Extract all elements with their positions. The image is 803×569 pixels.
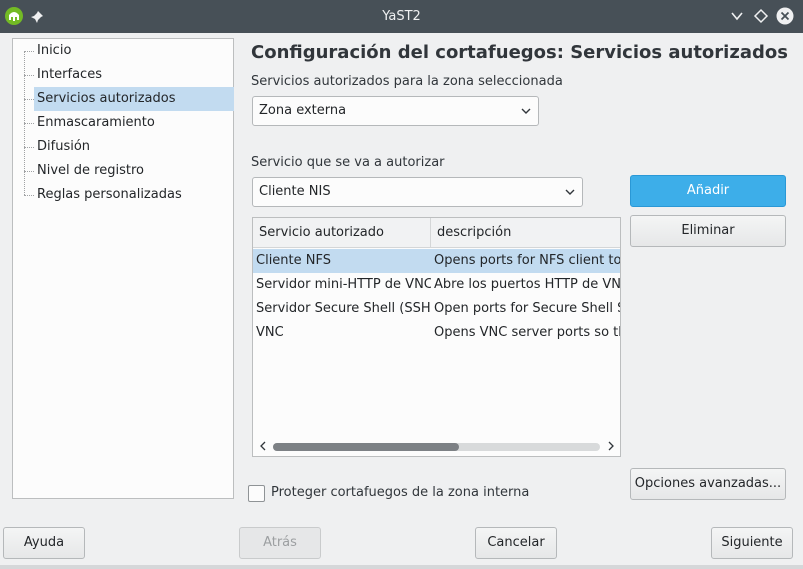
protect-internal-zone-checkbox[interactable]	[248, 485, 265, 502]
scrollbar-track[interactable]	[273, 443, 600, 451]
service-label: Servicio que se va a autorizar	[251, 155, 445, 170]
table-row[interactable]: Cliente NFS Opens ports for NFS client t…	[253, 249, 620, 273]
sidebar-item-reglas-personalizadas[interactable]: Reglas personalizadas	[34, 183, 234, 207]
protect-internal-zone-label[interactable]: Proteger cortafuegos de la zona interna	[271, 485, 529, 500]
service-select[interactable]: Cliente NIS	[252, 177, 583, 207]
sidebar-tree: Inicio Interfaces Servicios autorizados …	[12, 38, 234, 499]
help-button[interactable]: Ayuda	[3, 527, 85, 559]
chevron-down-icon	[521, 108, 531, 114]
cancel-button[interactable]: Cancelar	[475, 527, 557, 559]
table-row[interactable]: Servidor Secure Shell (SSH) Open ports f…	[253, 297, 620, 321]
table-cell-description: Opens ports for NFS client to a	[434, 253, 620, 268]
service-select-value: Cliente NIS	[259, 184, 331, 199]
table-row[interactable]: VNC Opens VNC server ports so tha	[253, 321, 620, 345]
sidebar-item-servicios-autorizados[interactable]: Servicios autorizados	[34, 87, 234, 111]
tree-branch	[24, 171, 34, 172]
authorized-services-table: Servicio autorizado descripción Cliente …	[252, 217, 621, 457]
table-cell-description: Open ports for Secure Shell Se	[434, 301, 620, 316]
page-title: Configuración del cortafuegos: Servicios…	[251, 42, 788, 63]
table-cell-service: Cliente NFS	[256, 253, 331, 268]
horizontal-scrollbar[interactable]	[253, 436, 620, 456]
table-cell-description: Abre los puertos HTTP de VNC	[434, 277, 620, 292]
table-row[interactable]: Servidor mini-HTTP de VNC Abre los puert…	[253, 273, 620, 297]
advanced-options-button[interactable]: Opciones avanzadas...	[630, 468, 786, 500]
sidebar-item-nivel-de-registro[interactable]: Nivel de registro	[34, 159, 234, 183]
sidebar-item-difusion[interactable]: Difusión	[34, 135, 234, 159]
next-button[interactable]: Siguiente	[711, 527, 793, 559]
scroll-right-icon[interactable]	[607, 441, 615, 451]
tree-branch	[24, 75, 34, 76]
window-titlebar: YaST2	[0, 0, 803, 33]
sidebar-item-inicio[interactable]: Inicio	[34, 39, 234, 63]
scrollbar-thumb[interactable]	[273, 443, 459, 451]
remove-button[interactable]: Eliminar	[630, 215, 786, 247]
close-button[interactable]	[776, 7, 794, 25]
window-title: YaST2	[382, 9, 421, 24]
tree-branch	[24, 123, 34, 124]
zone-select-value: Zona externa	[259, 103, 347, 118]
tree-branch	[24, 195, 34, 196]
sidebar-item-interfaces[interactable]: Interfaces	[34, 63, 234, 87]
add-button[interactable]: Añadir	[630, 175, 786, 207]
column-header-description[interactable]: descripción	[431, 218, 620, 248]
chevron-down-icon	[565, 189, 575, 195]
tree-branch	[24, 147, 34, 148]
back-button[interactable]: Atrás	[239, 527, 321, 559]
table-header: Servicio autorizado descripción	[253, 218, 620, 248]
minimize-button[interactable]	[729, 8, 745, 24]
table-cell-description: Opens VNC server ports so tha	[434, 325, 620, 340]
tree-branch	[24, 99, 34, 100]
column-header-service[interactable]: Servicio autorizado	[253, 218, 431, 248]
zone-label: Servicios autorizados para la zona selec…	[251, 74, 563, 89]
zone-select[interactable]: Zona externa	[252, 96, 539, 126]
maximize-button[interactable]	[753, 8, 769, 24]
table-cell-service: Servidor Secure Shell (SSH)	[256, 301, 431, 316]
window-bottom-edge	[0, 565, 803, 569]
sidebar-item-enmascaramiento[interactable]: Enmascaramiento	[34, 111, 234, 135]
scroll-left-icon[interactable]	[259, 441, 267, 451]
tree-branch	[24, 51, 34, 52]
table-cell-service: VNC	[256, 325, 284, 340]
table-cell-service: Servidor mini-HTTP de VNC	[256, 277, 431, 292]
